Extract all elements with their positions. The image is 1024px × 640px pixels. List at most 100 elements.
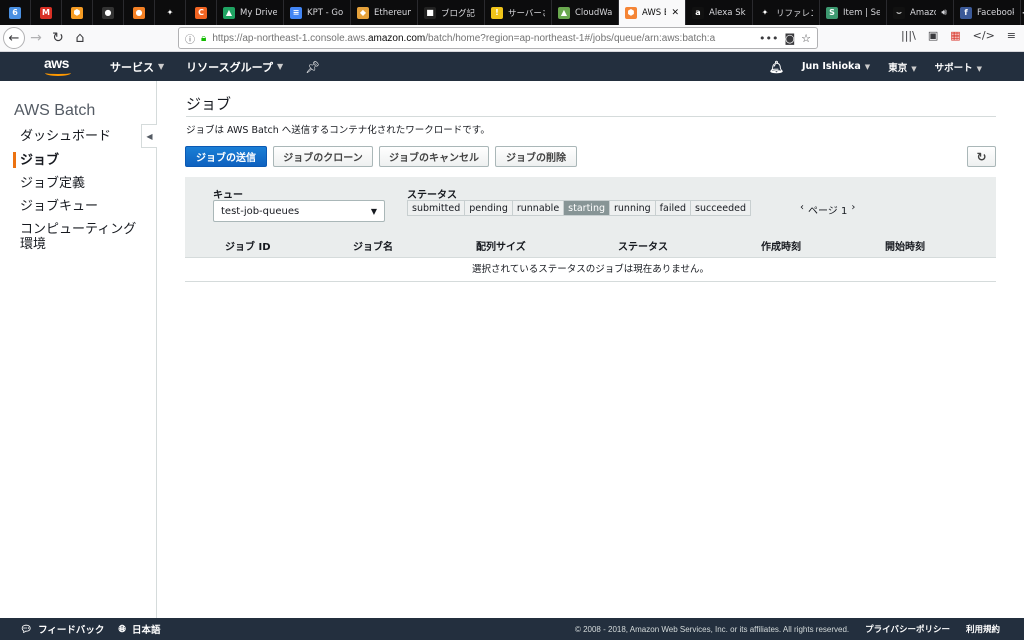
column-header-job-name[interactable]: ジョブ名 <box>353 238 393 253</box>
feedback-label: フィードバック <box>38 625 105 636</box>
browser-tab[interactable]: ▲ CloudWat <box>552 0 619 25</box>
aws-console-header: aws サービス ▼ リソースグループ ▼ 📌︎ 🔔︎ Jun Ishioka ▼ 東… <box>0 52 1024 81</box>
terms-link[interactable]: 利用規約 <box>966 623 1000 635</box>
browser-tab[interactable]: f Facebook <box>954 0 1021 25</box>
column-header-started-at[interactable]: 開始時刻 <box>885 238 925 253</box>
reload-icon[interactable]: ↻ <box>47 27 69 49</box>
status-option-succeeded[interactable]: succeeded <box>691 201 751 215</box>
speaker-icon[interactable]: 🔊︎ <box>941 8 947 18</box>
browser-tab[interactable]: ● <box>93 0 124 25</box>
privacy-policy-link[interactable]: プライバシーポリシー <box>865 623 950 635</box>
delete-job-button[interactable]: ジョブの削除 <box>495 146 577 167</box>
url-text[interactable]: https://ap-northeast-1.console.aws.amazo… <box>212 33 753 44</box>
browser-tab[interactable]: S Item | Sei <box>820 0 887 25</box>
collapse-sidebar-icon[interactable]: ◀ <box>141 124 157 148</box>
forward-icon[interactable]: → <box>25 27 47 49</box>
column-header-status[interactable]: ステータス <box>618 238 668 253</box>
browser-tab[interactable]: M <box>31 0 62 25</box>
status-option-starting[interactable]: starting <box>564 201 610 215</box>
extension-icon[interactable]: ▦ <box>950 29 960 42</box>
browser-tools: |||\ ▣ ▦ </> ≡ <box>901 29 1016 42</box>
browser-tab[interactable]: ● <box>124 0 155 25</box>
github-icon: ● <box>102 6 114 19</box>
support-menu[interactable]: サポート ▼ <box>935 60 982 74</box>
browser-tab[interactable]: ■ ブログ記 <box>418 0 485 25</box>
menu-icon[interactable]: ≡ <box>1007 29 1016 42</box>
page-actions-icon[interactable]: ••• <box>759 32 778 45</box>
column-header-array-size[interactable]: 配列サイズ <box>476 238 526 253</box>
sidebar-item-job-definitions[interactable]: ジョブ定義 <box>20 176 85 191</box>
reader-icon[interactable]: ▣ <box>928 29 938 42</box>
status-option-runnable[interactable]: runnable <box>512 201 565 215</box>
refresh-app-icon: C <box>195 6 207 19</box>
pocket-icon[interactable]: ◙ <box>784 32 795 45</box>
pagination: ‹ ページ 1 › <box>800 202 855 217</box>
address-bar[interactable]: ⓘ 🔒︎ https://ap-northeast-1.console.aws.… <box>178 27 818 49</box>
page-description: ジョブは AWS Batch へ送信するコンテナ化されたワークロードです。 <box>186 125 490 136</box>
back-icon[interactable]: ← <box>3 27 25 49</box>
browser-tab-title: サーバーさ <box>508 8 545 19</box>
close-tab-icon[interactable]: ✕ <box>671 8 679 18</box>
browser-tab[interactable]: ⬢ AWS B ✕ <box>619 0 686 25</box>
browser-tab[interactable]: ▲ My Drive <box>217 0 284 25</box>
chevron-down-icon: ▼ <box>370 206 377 216</box>
browser-tab[interactable]: ✦ <box>155 0 186 25</box>
main-content: ジョブ ジョブは AWS Batch へ送信するコンテナ化されたワークロードです… <box>158 81 1024 618</box>
sidebar-item-dashboard[interactable]: ダッシュボード <box>20 129 111 144</box>
star-icon: ✦ <box>164 6 176 19</box>
browser-tab[interactable]: a Alexa Skil <box>686 0 753 25</box>
browser-tab[interactable]: C <box>186 0 217 25</box>
sidebar-item-compute-environments[interactable]: コンピューティング 環境 <box>20 222 136 252</box>
column-header-created-at[interactable]: 作成時刻 <box>761 238 801 253</box>
status-option-running[interactable]: running <box>610 201 656 215</box>
language-selector[interactable]: 🌐︎ 日本語 <box>118 622 161 637</box>
browser-tab[interactable]: ⌣ Amazo 🔊︎ <box>887 0 954 25</box>
browser-tab-title: ブログ記 <box>441 8 476 19</box>
browser-tab-title: Item | Sei <box>843 7 880 18</box>
services-menu[interactable]: サービス ▼ <box>110 59 164 75</box>
globe-icon: 🌐︎ <box>118 623 126 635</box>
queue-select[interactable]: test-job-queues ▼ <box>213 200 385 222</box>
submit-job-button[interactable]: ジョブの送信 <box>185 146 267 167</box>
browser-toolbar: ← → ↻ ⌂ ⓘ 🔒︎ https://ap-northeast-1.cons… <box>0 25 1024 52</box>
pin-icon[interactable]: 📌︎ <box>305 60 320 74</box>
star-icon: ✦ <box>759 6 771 19</box>
sidebar-title: AWS Batch <box>14 102 96 119</box>
browser-tab[interactable]: 6 <box>0 0 31 25</box>
active-indicator <box>13 152 16 168</box>
account-menu[interactable]: Jun Ishioka ▼ <box>802 61 870 72</box>
facebook-icon: f <box>960 6 972 19</box>
bell-icon[interactable]: 🔔︎ <box>769 60 784 74</box>
status-option-pending[interactable]: pending <box>465 201 513 215</box>
status-option-submitted[interactable]: submitted <box>408 201 466 215</box>
bookmark-star-icon[interactable]: ☆ <box>801 32 811 45</box>
cancel-job-button[interactable]: ジョブのキャンセル <box>379 146 489 167</box>
sidebar-item-jobs[interactable]: ジョブ <box>20 153 59 168</box>
library-icon[interactable]: |||\ <box>901 29 916 42</box>
language-label: 日本語 <box>131 625 161 636</box>
status-option-failed[interactable]: failed <box>655 201 691 215</box>
home-icon[interactable]: ⌂ <box>69 27 91 49</box>
next-page-icon[interactable]: › <box>851 202 855 217</box>
sidebar: AWS Batch ダッシュボード ジョブ ジョブ定義 ジョブキュー コンピュー… <box>0 81 157 618</box>
site-info-icon[interactable]: ⓘ <box>185 31 195 46</box>
clone-job-button[interactable]: ジョブのクローン <box>273 146 373 167</box>
browser-tab[interactable]: ≡ KPT - Go <box>284 0 351 25</box>
resource-groups-menu[interactable]: リソースグループ ▼ <box>186 59 283 75</box>
browser-tab-title: CloudWat <box>575 7 612 18</box>
browser-tab-title: Amazo <box>910 7 937 18</box>
browser-tab[interactable]: ⬢ <box>62 0 93 25</box>
region-menu[interactable]: 東京 ▼ <box>888 60 916 74</box>
devtools-icon[interactable]: </> <box>973 29 995 42</box>
sidebar-item-job-queues[interactable]: ジョブキュー <box>20 199 98 214</box>
column-header-job-id[interactable]: ジョブ ID <box>225 238 271 253</box>
drive-icon: ▲ <box>223 6 235 19</box>
browser-tab[interactable]: ✦ リファレン <box>753 0 820 25</box>
browser-tab[interactable]: ! サーバーさ <box>485 0 552 25</box>
feedback-link[interactable]: 💬︎ フィードバック <box>20 622 105 637</box>
refresh-icon[interactable]: ↻ <box>967 146 996 167</box>
aws-logo[interactable]: aws <box>42 55 78 79</box>
prev-page-icon[interactable]: ‹ <box>800 202 804 217</box>
docs-icon: ≡ <box>290 6 302 19</box>
browser-tab[interactable]: ◆ Ethereum <box>351 0 418 25</box>
